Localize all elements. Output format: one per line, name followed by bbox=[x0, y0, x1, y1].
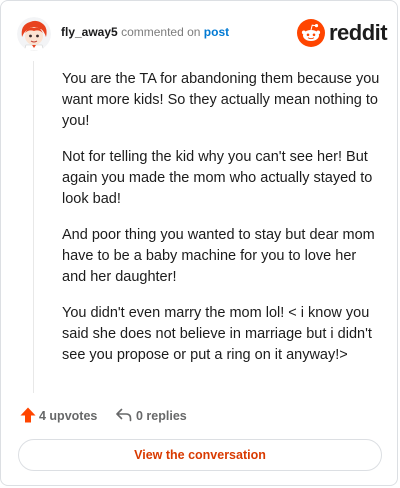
commented-on-text: commented on bbox=[121, 25, 201, 39]
reply-count: 0 replies bbox=[136, 409, 187, 423]
embedded-comment-card: fly_away5 commented on post reddit You a… bbox=[0, 0, 398, 486]
username-link[interactable]: fly_away5 bbox=[61, 25, 118, 39]
view-conversation-button[interactable]: View the conversation bbox=[18, 439, 382, 471]
comment-paragraph: You are the TA for abandoning them becau… bbox=[62, 71, 380, 129]
comment-header: fly_away5 commented on post reddit bbox=[17, 17, 388, 51]
reddit-logo-icon bbox=[297, 19, 325, 47]
reddit-brand[interactable]: reddit bbox=[297, 19, 388, 47]
reply-arrow-icon bbox=[116, 408, 132, 422]
avatar-icon[interactable] bbox=[17, 17, 51, 51]
comment-paragraph: You didn't even marry the mom lol! < i k… bbox=[62, 305, 372, 363]
comment-body: You are the TA for abandoning them becau… bbox=[62, 69, 382, 381]
comment-paragraph: And poor thing you wanted to stay but de… bbox=[62, 227, 375, 285]
reply-button[interactable]: 0 replies bbox=[115, 405, 195, 427]
thread-line bbox=[33, 61, 34, 393]
comment-paragraph: Not for telling the kid why you can't se… bbox=[62, 149, 373, 207]
post-link[interactable]: post bbox=[204, 25, 229, 39]
upvote-button[interactable]: 4 upvotes bbox=[19, 405, 99, 427]
upvote-count: 4 upvotes bbox=[39, 409, 98, 423]
upvote-arrow-icon bbox=[20, 407, 36, 423]
comment-meta: fly_away5 commented on post bbox=[61, 25, 229, 39]
reddit-wordmark: reddit bbox=[329, 20, 388, 45]
